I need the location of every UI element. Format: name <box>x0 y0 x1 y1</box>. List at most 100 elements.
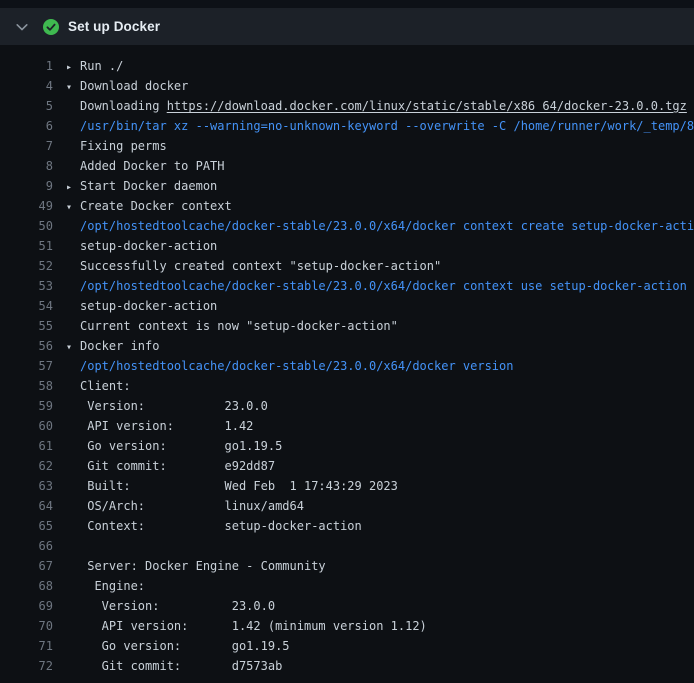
line-number[interactable]: 67 <box>0 556 53 576</box>
log-group-line[interactable]: 9▸Start Docker daemon <box>0 176 694 196</box>
step-header[interactable]: Set up Docker <box>0 8 694 45</box>
success-check-icon <box>43 19 59 35</box>
log-line: 52 Successfully created context "setup-do… <box>0 256 694 276</box>
log-line: 50/opt/hostedtoolcache/docker-stable/23.… <box>0 216 694 236</box>
line-number[interactable]: 4 <box>0 76 53 96</box>
log-text: Built: Wed Feb 1 17:43:29 2023 <box>80 479 398 493</box>
triangle-down-icon: ▾ <box>66 198 80 216</box>
triangle-down-icon: ▾ <box>66 338 80 356</box>
log-line: 8 Added Docker to PATH <box>0 156 694 176</box>
log-line: 53/opt/hostedtoolcache/docker-stable/23.… <box>0 276 694 296</box>
log-line: 6/usr/bin/tar xz --warning=no-unknown-ke… <box>0 116 694 136</box>
step-title: Set up Docker <box>68 19 160 34</box>
line-number[interactable]: 51 <box>0 236 53 256</box>
log-line: 67 Server: Docker Engine - Community <box>0 556 694 576</box>
log-text: Docker info <box>80 339 159 353</box>
line-number[interactable]: 66 <box>0 536 53 556</box>
log-group-line[interactable]: 49 ▾Create Docker context <box>0 196 694 216</box>
log-text: Added Docker to PATH <box>80 159 225 173</box>
triangle-right-icon: ▸ <box>66 58 80 76</box>
line-number[interactable]: 62 <box>0 456 53 476</box>
log-lines: 1▸Run ./4▾Download docker5Downloading ht… <box>0 45 694 676</box>
line-number[interactable]: 53 <box>0 276 53 296</box>
log-text: Git commit: e92dd87 <box>80 459 275 473</box>
line-number[interactable]: 50 <box>0 216 53 236</box>
log-group-line[interactable]: 4 ▾Download docker <box>0 76 694 96</box>
log-line: 54 setup-docker-action <box>0 296 694 316</box>
log-link[interactable]: https://download.docker.com/linux/static… <box>167 99 687 113</box>
line-number[interactable]: 5 <box>0 96 53 116</box>
line-number[interactable]: 1 <box>0 56 53 76</box>
log-group-line[interactable]: 56 ▾Docker info <box>0 336 694 356</box>
line-number[interactable]: 59 <box>0 396 53 416</box>
log-text: API version: 1.42 <box>80 419 253 433</box>
line-number[interactable]: 9 <box>0 176 53 196</box>
line-number[interactable]: 55 <box>0 316 53 336</box>
log-text: Version: 23.0.0 <box>80 399 268 413</box>
log-text: OS/Arch: linux/amd64 <box>80 499 304 513</box>
line-number[interactable]: 49 <box>0 196 53 216</box>
line-number[interactable]: 58 <box>0 376 53 396</box>
log-line: 55 Current context is now "setup-docker-a… <box>0 316 694 336</box>
log-text: Go version: go1.19.5 <box>80 439 282 453</box>
log-text: Create Docker context <box>80 199 232 213</box>
line-number[interactable]: 63 <box>0 476 53 496</box>
log-line: 70 API version: 1.42 (minimum version 1.… <box>0 616 694 636</box>
log-command-text: /usr/bin/tar xz --warning=no-unknown-key… <box>80 119 694 133</box>
log-line: 59 Version: 23.0.0 <box>0 396 694 416</box>
chevron-down-icon[interactable] <box>14 19 30 35</box>
line-number[interactable]: 72 <box>0 656 53 676</box>
log-text: Server: Docker Engine - Community <box>80 559 326 573</box>
log-line: 66 <box>0 536 694 556</box>
log-line: 7 Fixing perms <box>0 136 694 156</box>
log-line: 62 Git commit: e92dd87 <box>0 456 694 476</box>
log-text: Context: setup-docker-action <box>80 519 362 533</box>
log-text-segment: Downloading <box>80 99 167 113</box>
log-command-text: /opt/hostedtoolcache/docker-stable/23.0.… <box>80 219 694 233</box>
line-number[interactable]: 68 <box>0 576 53 596</box>
log-line: 71 Go version: go1.19.5 <box>0 636 694 656</box>
log-line: 64 OS/Arch: linux/amd64 <box>0 496 694 516</box>
log-text: Fixing perms <box>80 139 167 153</box>
actions-log-page: Set up Docker 1▸Run ./4▾Download docker5… <box>0 8 694 683</box>
log-text: API version: 1.42 (minimum version 1.12) <box>80 619 427 633</box>
triangle-down-icon: ▾ <box>66 78 80 96</box>
log-text: setup-docker-action <box>80 239 217 253</box>
log-text: Successfully created context "setup-dock… <box>80 259 441 273</box>
log-line: 60 API version: 1.42 <box>0 416 694 436</box>
line-number[interactable]: 60 <box>0 416 53 436</box>
log-text: Version: 23.0.0 <box>80 599 275 613</box>
line-number[interactable]: 65 <box>0 516 53 536</box>
log-line: 69 Version: 23.0.0 <box>0 596 694 616</box>
log-line: 51 setup-docker-action <box>0 236 694 256</box>
line-number[interactable]: 7 <box>0 136 53 156</box>
log-command-text: /opt/hostedtoolcache/docker-stable/23.0.… <box>80 359 513 373</box>
log-text: Git commit: d7573ab <box>80 659 282 673</box>
line-number[interactable]: 70 <box>0 616 53 636</box>
log-command-text: /opt/hostedtoolcache/docker-stable/23.0.… <box>80 279 687 293</box>
log-text: Engine: <box>80 579 145 593</box>
log-text: Downloading https://download.docker.com/… <box>80 99 687 113</box>
log-line: 63 Built: Wed Feb 1 17:43:29 2023 <box>0 476 694 496</box>
line-number[interactable]: 61 <box>0 436 53 456</box>
line-number[interactable]: 8 <box>0 156 53 176</box>
log-text: Go version: go1.19.5 <box>80 639 290 653</box>
line-number[interactable]: 69 <box>0 596 53 616</box>
log-text: Download docker <box>80 79 188 93</box>
log-line: 58Client: <box>0 376 694 396</box>
line-number[interactable]: 64 <box>0 496 53 516</box>
log-line: 5 Downloading https://download.docker.com… <box>0 96 694 116</box>
line-number[interactable]: 57 <box>0 356 53 376</box>
log-text: Current context is now "setup-docker-act… <box>80 319 398 333</box>
line-number[interactable]: 54 <box>0 296 53 316</box>
log-line: 61 Go version: go1.19.5 <box>0 436 694 456</box>
log-line: 68 Engine: <box>0 576 694 596</box>
log-text: setup-docker-action <box>80 299 217 313</box>
log-group-line[interactable]: 1▸Run ./ <box>0 56 694 76</box>
log-line: 72 Git commit: d7573ab <box>0 656 694 676</box>
line-number[interactable]: 56 <box>0 336 53 356</box>
line-number[interactable]: 6 <box>0 116 53 136</box>
log-line: 57/opt/hostedtoolcache/docker-stable/23.… <box>0 356 694 376</box>
line-number[interactable]: 52 <box>0 256 53 276</box>
line-number[interactable]: 71 <box>0 636 53 656</box>
